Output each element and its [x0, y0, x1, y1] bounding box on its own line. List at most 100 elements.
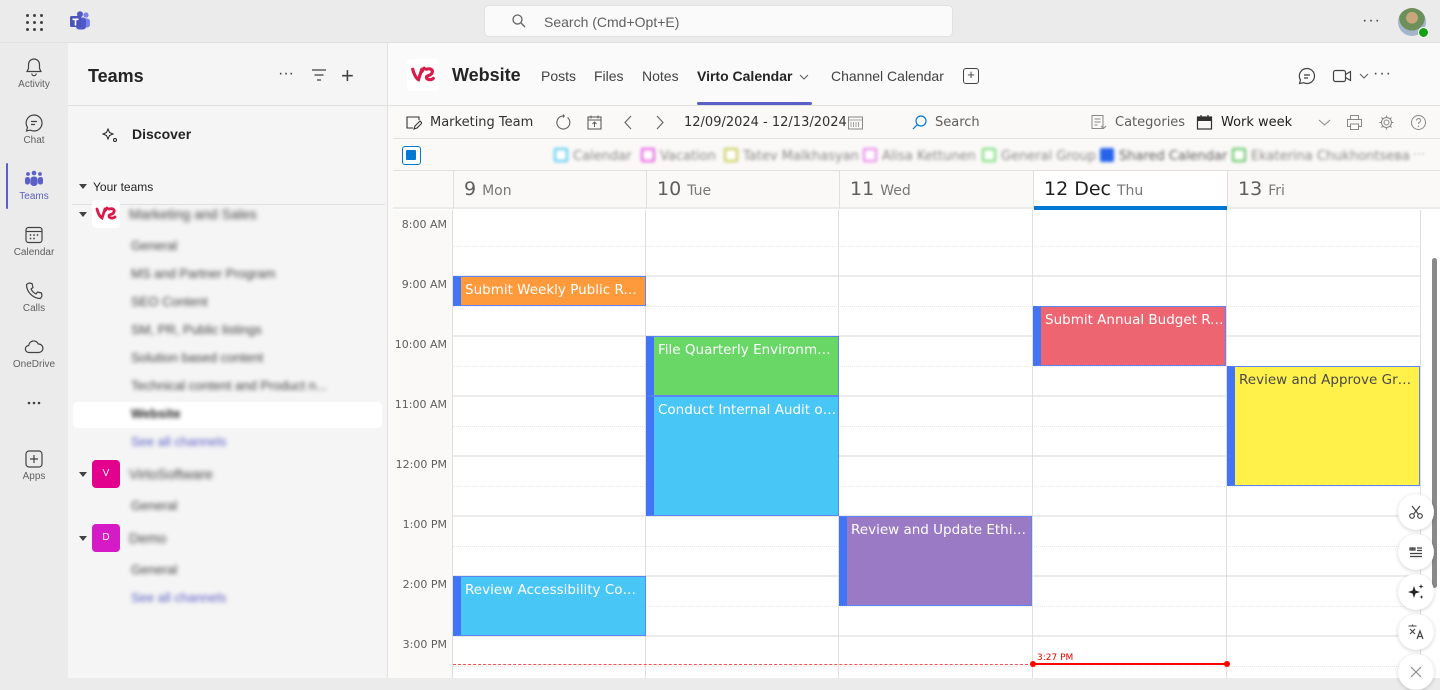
app-launcher-icon[interactable]	[24, 12, 44, 32]
rail-item-activity[interactable]: Activity	[0, 47, 68, 101]
calendar-event[interactable]: Conduct Internal Audit of ...	[646, 396, 839, 516]
settings-gear-icon[interactable]	[1378, 114, 1395, 131]
legend-item[interactable]: Alisa Kettunen	[863, 147, 976, 164]
previous-week-icon[interactable]	[620, 114, 637, 131]
calendar-event[interactable]: Review and Update Ethics ...	[839, 516, 1032, 606]
calendar-event[interactable]: File Quarterly Environment...	[646, 336, 839, 396]
day-header-fri[interactable]: 13 Fri	[1227, 171, 1421, 209]
calendar-set-selector[interactable]: Marketing Team	[430, 115, 533, 130]
channel-solution[interactable]: Solution based content	[131, 350, 263, 365]
day-header-thu[interactable]: 12 Dec Thu	[1033, 171, 1227, 210]
categories-button[interactable]: Categories	[1115, 115, 1185, 130]
edit-calendar-icon[interactable]	[405, 114, 422, 131]
vertical-scrollbar[interactable]	[1432, 258, 1437, 588]
rail-item-teams[interactable]: Teams	[0, 159, 68, 213]
teams-logo-icon	[70, 11, 90, 30]
channel-technical[interactable]: Technical content and Product n...	[131, 378, 327, 393]
next-week-icon[interactable]	[651, 114, 668, 131]
channel-ms-partner[interactable]: MS and Partner Program	[131, 266, 276, 281]
legend-item[interactable]: Shared Calendar	[1100, 147, 1227, 164]
channel-seo[interactable]: SEO Content	[131, 294, 208, 309]
legend-item[interactable]: Calendar	[554, 147, 631, 164]
channel-team-logo	[407, 59, 439, 91]
legend-item[interactable]: Tatev Malkhasyan	[724, 147, 859, 164]
see-all-channels-link[interactable]: See all channels	[131, 434, 226, 449]
channel-general[interactable]: General	[131, 238, 177, 253]
rail-item-calls[interactable]: Calls	[0, 271, 68, 325]
legend-item[interactable]: Ekaterina Chukhontsева	[1232, 147, 1410, 164]
tab-posts[interactable]: Posts	[541, 68, 576, 84]
channel-sm-pr[interactable]: SM, PR, Public listings	[131, 322, 262, 337]
close-tools-button[interactable]	[1398, 654, 1434, 690]
your-teams-header[interactable]: Your teams	[79, 180, 153, 194]
app-rail: Activity Chat Teams Calendar Calls OneDr…	[0, 43, 68, 678]
presence-available-icon	[1418, 27, 1429, 38]
date-range[interactable]: 12/09/2024 - 12/13/2024	[684, 115, 847, 130]
date-picker-icon[interactable]	[847, 114, 864, 131]
select-all-calendars-checkbox[interactable]	[402, 146, 421, 165]
day-header-mon[interactable]: 9 Mon	[453, 171, 647, 209]
calendar-event[interactable]: Submit Annual Budget Re...	[1033, 306, 1226, 366]
chevron-down-icon[interactable]	[1359, 72, 1369, 80]
settings-more-button[interactable]: ···	[1362, 12, 1381, 30]
legend-item[interactable]: General Group	[982, 147, 1096, 164]
channel-general[interactable]: General	[131, 562, 177, 577]
legend-label: General Group	[1001, 149, 1096, 164]
tab-virto-calendar[interactable]: Virto Calendar	[697, 68, 809, 84]
go-to-today-icon[interactable]	[586, 114, 603, 131]
tab-channel-calendar[interactable]: Channel Calendar	[831, 68, 944, 84]
legend-swatch	[1232, 148, 1246, 162]
rail-item-apps[interactable]: Apps	[0, 439, 68, 493]
rail-item-onedrive[interactable]: OneDrive	[0, 327, 68, 381]
channel-website[interactable]: Website	[131, 406, 181, 421]
rail-item-chat[interactable]: Chat	[0, 103, 68, 157]
legend-swatch	[554, 148, 568, 162]
legend-more-button[interactable]: ···	[1413, 146, 1425, 160]
rail-item-calendar[interactable]: Calendar	[0, 215, 68, 269]
channel-general[interactable]: General	[131, 498, 177, 513]
channel-more-button[interactable]: ···	[1373, 65, 1392, 83]
half-hour-gridline	[453, 246, 1421, 247]
legend-item[interactable]: Vacation	[641, 147, 716, 164]
time-grid[interactable]: 8:00 AM 9:00 AM 10:00 AM 11:00 AM 12:00 PM 1:…	[393, 210, 1421, 678]
sparkle-discover-icon	[102, 127, 117, 142]
day-of-week: Wed	[880, 183, 911, 199]
tab-notes[interactable]: Notes	[642, 68, 679, 84]
calendar-event[interactable]: Review Accessibility Comp...	[453, 576, 646, 636]
teams-more-button[interactable]: ···	[278, 65, 294, 83]
global-search-input[interactable]: Search (Cmd+Opt+E)	[484, 5, 953, 37]
day-header-wed[interactable]: 11 Wed	[839, 171, 1033, 209]
user-avatar[interactable]	[1398, 8, 1429, 38]
summarize-tool-button[interactable]	[1398, 534, 1434, 570]
chevron-down-icon[interactable]	[1316, 114, 1333, 131]
team-marketing-and-sales[interactable]: Marketing and Sales	[79, 200, 379, 228]
view-selector[interactable]: Work week	[1221, 115, 1292, 130]
video-call-icon[interactable]	[1332, 67, 1352, 85]
team-demo[interactable]: D Demo	[79, 524, 379, 552]
create-team-button[interactable]: +	[341, 63, 354, 89]
filter-icon[interactable]	[311, 68, 327, 82]
team-virtosoftware[interactable]: V VirtoSoftware	[79, 460, 379, 488]
legend-swatch	[641, 148, 655, 162]
refresh-icon[interactable]	[555, 114, 572, 131]
conversation-icon[interactable]	[1297, 67, 1317, 85]
print-icon[interactable]	[1346, 114, 1363, 131]
time-label: 1:00 PM	[402, 518, 447, 531]
categories-icon[interactable]	[1090, 114, 1107, 131]
time-column: 8:00 AM 9:00 AM 10:00 AM 11:00 AM 12:00 PM 1:…	[393, 210, 453, 678]
day-number: 11 Wed	[850, 178, 911, 200]
day-header-tue[interactable]: 10 Tue	[646, 171, 840, 209]
add-tab-button[interactable]: +	[963, 68, 979, 84]
see-all-channels-link[interactable]: See all channels	[131, 590, 226, 605]
help-icon[interactable]	[1410, 114, 1427, 131]
rail-item-more-apps[interactable]	[0, 383, 68, 437]
tab-files[interactable]: Files	[594, 68, 624, 84]
search-icon[interactable]	[911, 114, 928, 131]
translate-tool-button[interactable]	[1398, 614, 1434, 650]
legend-label: Ekaterina Chukhontsева	[1251, 149, 1410, 164]
calendar-event[interactable]: Review and Approve Grant...	[1227, 366, 1420, 486]
copilot-tool-button[interactable]	[1398, 574, 1434, 610]
calendar-search-input[interactable]: Search	[935, 115, 980, 130]
clip-tool-button[interactable]	[1398, 494, 1434, 530]
calendar-event[interactable]: Submit Weekly Public Rec...	[453, 276, 646, 306]
